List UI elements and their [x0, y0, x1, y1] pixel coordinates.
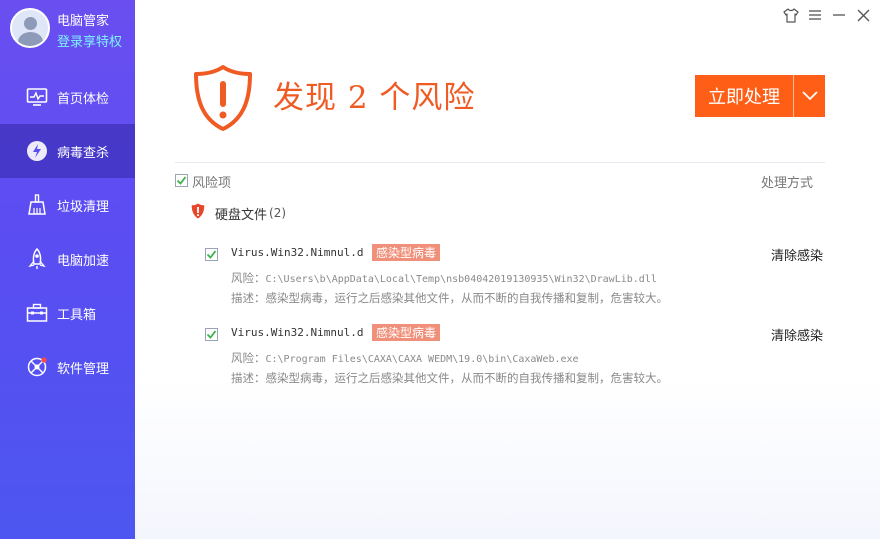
process-now-button[interactable]: 立即处理	[695, 75, 825, 117]
sidebar-item-label: 软件管理	[57, 361, 110, 377]
column-handling: 处理方式	[760, 176, 813, 191]
select-all-checkbox[interactable]	[175, 174, 188, 187]
chevron-down-icon[interactable]	[794, 75, 825, 117]
window-controls	[782, 6, 872, 24]
sidebar-nav: 首页体检 病毒查杀 垃圾清理 电脑加速 工具箱 软件管理	[0, 70, 135, 394]
clean-infection-button[interactable]: 清除感染	[771, 325, 823, 344]
virus-name: Virus.Win32.Nimnul.d	[231, 246, 364, 259]
group-count: (2)	[269, 206, 287, 220]
clean-infection-button[interactable]: 清除感染	[771, 245, 823, 264]
virus-type-badge: 感染型病毒	[372, 244, 441, 261]
sidebar: 电脑管家 登录享特权 首页体检 病毒查杀 垃圾清理 电脑加速 工具箱 软件管理	[0, 0, 135, 539]
sidebar-item-home-check[interactable]: 首页体检	[0, 70, 135, 124]
risk-path-value: C:\Users\b\AppData\Local\Temp\nsb0404201…	[265, 274, 657, 285]
sidebar-item-junk-clean[interactable]: 垃圾清理	[0, 178, 135, 232]
risk-item-checkbox[interactable]	[205, 248, 218, 261]
toolbox-icon	[26, 302, 48, 324]
risk-item-checkbox[interactable]	[205, 328, 218, 341]
table-header: 风险项 处理方式	[175, 172, 815, 191]
process-now-label[interactable]: 立即处理	[695, 75, 793, 117]
rocket-icon	[26, 248, 48, 270]
broom-icon	[26, 194, 48, 216]
sidebar-item-speed-up[interactable]: 电脑加速	[0, 232, 135, 286]
avatar[interactable]	[10, 8, 50, 48]
risk-path-label: 风险：	[231, 271, 266, 285]
skin-icon[interactable]	[782, 6, 800, 24]
virus-name: Virus.Win32.Nimnul.d	[231, 326, 364, 339]
header-divider	[175, 162, 825, 163]
risk-path-label: 风险：	[231, 351, 266, 365]
app-manager-icon	[26, 356, 48, 378]
app-name: 电脑管家	[57, 14, 110, 29]
risk-description: 描述：感染型病毒，运行之后感染其他文件，从而不断的自我传播和复制，危害较大。	[231, 291, 668, 305]
sidebar-item-label: 首页体检	[57, 91, 110, 107]
main-panel: 发现 2 个风险 立即处理 风险项 处理方式 硬盘文件 (2) Virus.Wi…	[135, 0, 880, 539]
risk-path: 风险：C:\Program Files\CAXA\CAXA WEDM\19.0\…	[231, 350, 579, 366]
group-label: 硬盘文件	[215, 207, 268, 223]
result-headline: 发现 2 个风险	[273, 80, 476, 116]
sidebar-item-label: 电脑加速	[57, 253, 110, 269]
minimize-icon[interactable]	[830, 6, 848, 24]
menu-icon[interactable]	[806, 6, 824, 24]
login-privilege-link[interactable]: 登录享特权	[57, 31, 137, 50]
sidebar-item-label: 工具箱	[57, 307, 97, 323]
risk-description: 描述：感染型病毒，运行之后感染其他文件，从而不断的自我传播和复制，危害较大。	[231, 371, 668, 385]
close-icon[interactable]	[854, 6, 872, 24]
sidebar-item-label: 垃圾清理	[57, 199, 110, 215]
risk-path-value: C:\Program Files\CAXA\CAXA WEDM\19.0\bin…	[265, 354, 579, 365]
sidebar-item-virus-scan[interactable]: 病毒查杀	[0, 124, 135, 178]
monitor-icon	[26, 86, 48, 108]
sidebar-item-toolbox[interactable]: 工具箱	[0, 286, 135, 340]
virus-type-badge: 感染型病毒	[372, 324, 441, 341]
risk-item: Virus.Win32.Nimnul.d 感染型病毒 清除感染 风险：C:\Us…	[205, 244, 830, 306]
risk-path: 风险：C:\Users\b\AppData\Local\Temp\nsb0404…	[231, 270, 657, 286]
danger-shield-icon	[191, 203, 205, 223]
column-risk-item: 风险项	[192, 176, 232, 191]
risk-item: Virus.Win32.Nimnul.d 感染型病毒 清除感染 风险：C:\Pr…	[205, 324, 830, 386]
risk-group-disk-files[interactable]: 硬盘文件 (2)	[191, 203, 287, 223]
sidebar-item-label: 病毒查杀	[57, 145, 110, 161]
warning-shield-icon	[192, 64, 254, 132]
lightning-shield-icon	[26, 140, 48, 162]
sidebar-item-software-manager[interactable]: 软件管理	[0, 340, 135, 394]
